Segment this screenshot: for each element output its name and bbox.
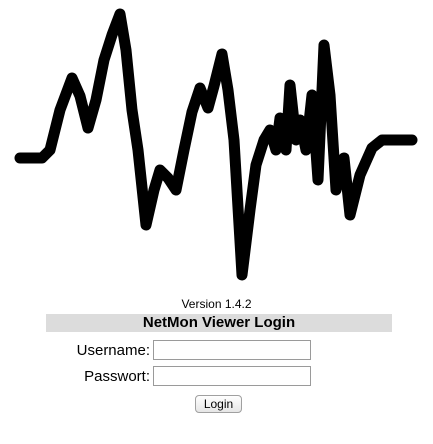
login-button[interactable]: Login bbox=[195, 395, 242, 413]
password-field[interactable] bbox=[153, 366, 311, 386]
username-field[interactable] bbox=[153, 340, 311, 360]
username-label: Username: bbox=[76, 342, 150, 359]
waveform-logo-icon bbox=[14, 8, 418, 281]
password-row: Passwort: bbox=[0, 366, 433, 388]
password-label: Passwort: bbox=[84, 368, 150, 385]
username-row: Username: bbox=[0, 340, 433, 362]
version-label: Version 1.4.2 bbox=[181, 297, 252, 311]
page-title: NetMon Viewer Login bbox=[46, 314, 392, 332]
login-page: Version 1.4.2 NetMon Viewer Login Userna… bbox=[0, 0, 433, 444]
